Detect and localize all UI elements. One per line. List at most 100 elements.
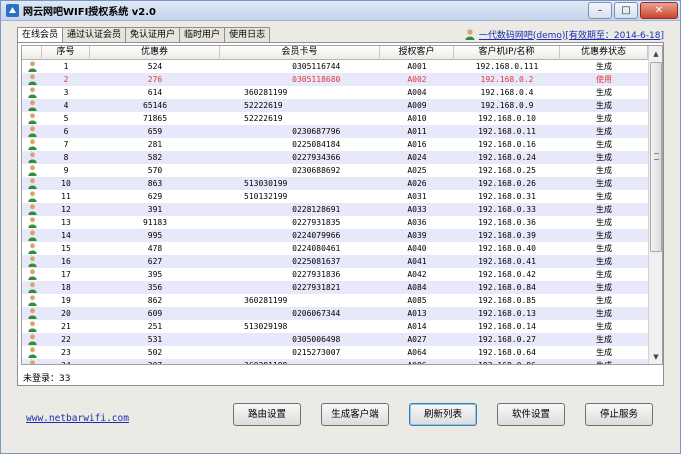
table-row[interactable]: 24207360281199A086192.168.0.86生成 bbox=[22, 359, 648, 364]
header-card[interactable]: 会员卡号 bbox=[220, 46, 380, 60]
table-row[interactable]: 12 391 0228128691 A033 192.168.0.33 生成 bbox=[22, 203, 648, 216]
table-row[interactable]: 10 863 513030199 A026 192.168.0.26 生成 bbox=[22, 177, 648, 190]
cell-card: 360281199 bbox=[244, 88, 288, 97]
cell-ip: 192.168.0.86 bbox=[454, 359, 560, 364]
cell-client: A001 bbox=[407, 62, 427, 71]
generate-client-button[interactable]: 生成客户端 bbox=[321, 403, 389, 426]
software-settings-button[interactable]: 软件设置 bbox=[497, 403, 565, 426]
header-coupon[interactable]: 优惠券 bbox=[90, 46, 220, 60]
cell-client: A036 bbox=[407, 218, 427, 227]
table-row[interactable]: 6 659 0230687796 A011 192.168.0.11 生成 bbox=[22, 125, 648, 138]
cell-client: A085 bbox=[407, 296, 427, 305]
close-button[interactable]: ✕ bbox=[640, 2, 678, 19]
router-settings-button[interactable]: 路由设置 bbox=[233, 403, 301, 426]
tab-verified-members[interactable]: 通过认证会员 bbox=[62, 27, 127, 42]
table-row[interactable]: 1 524 0305116744 A001 192.168.0.111 生成 bbox=[22, 60, 648, 73]
cell-client: A002 bbox=[407, 75, 427, 84]
table-row[interactable]: 9 570 0230688692 A025 192.168.0.25 生成 bbox=[22, 164, 648, 177]
shop-name-link[interactable]: 一代数码网吧(demo) bbox=[479, 28, 566, 41]
maximize-button[interactable]: □ bbox=[614, 2, 638, 19]
cell-card: 0227931835 bbox=[244, 218, 341, 227]
cell-no: 23 bbox=[61, 348, 71, 357]
table-body: 1 524 0305116744 A001 192.168.0.111 生成 2 276 0… bbox=[22, 60, 648, 364]
table-row[interactable]: 22 531 0305006498 A027 192.168.0.27 生成 bbox=[22, 333, 648, 346]
cell-status: 生成 bbox=[596, 348, 612, 357]
cell-status: 使用 bbox=[596, 75, 612, 84]
table-row[interactable]: 4 65146 52222619 A009 192.168.0.9 生成 bbox=[22, 99, 648, 112]
cell-client: A031 bbox=[407, 192, 427, 201]
cell-client: A042 bbox=[407, 270, 427, 279]
cell-client: A041 bbox=[407, 257, 427, 266]
cell-status: 生成 bbox=[596, 296, 612, 305]
header-no[interactable]: 序号 bbox=[42, 46, 90, 60]
cell-ip: 192.168.0.64 bbox=[478, 348, 536, 357]
scroll-down-icon[interactable]: ▼ bbox=[650, 350, 662, 363]
website-link[interactable]: www.netbarwifi.com bbox=[26, 413, 129, 424]
header-ip[interactable]: 客户机IP/名称 bbox=[454, 46, 560, 60]
cell-card: 0230687796 bbox=[244, 127, 341, 136]
table-row[interactable]: 21 251 513029198 A014 192.168.0.14 生成 bbox=[22, 320, 648, 333]
cell-ip: 192.168.0.41 bbox=[478, 257, 536, 266]
tab-usage-log[interactable]: 使用日志 bbox=[224, 27, 271, 42]
table-row[interactable]: 23 502 0215273007 A064 192.168.0.64 生成 bbox=[22, 346, 648, 359]
cell-status: 生成 bbox=[596, 205, 612, 214]
table-row[interactable]: 7 281 0225084184 A016 192.168.0.16 生成 bbox=[22, 138, 648, 151]
table-row[interactable]: 3 614 360281199 A004 192.168.0.4 生成 bbox=[22, 86, 648, 99]
user-status-icon bbox=[22, 138, 42, 151]
scroll-thumb[interactable] bbox=[650, 62, 662, 252]
table-row[interactable]: 13 91183 0227931835 A036 192.168.0.36 生成 bbox=[22, 216, 648, 229]
table-row[interactable]: 5 71865 52222619 A010 192.168.0.10 生成 bbox=[22, 112, 648, 125]
refresh-list-button[interactable]: 刷新列表 bbox=[409, 403, 477, 426]
vertical-scrollbar[interactable]: ▲ ▼ bbox=[648, 46, 662, 364]
cell-status: 生成 bbox=[596, 88, 612, 97]
cell-coupon: 531 bbox=[147, 335, 163, 344]
tab-temp-users[interactable]: 临时用户 bbox=[179, 27, 226, 42]
table-row[interactable]: 8 582 0227934366 A024 192.168.0.24 生成 bbox=[22, 151, 648, 164]
table-row[interactable]: 2 276 0305118680 A002 192.168.0.2 使用 bbox=[22, 73, 648, 86]
user-status-icon bbox=[22, 359, 42, 364]
cell-status: 生成 bbox=[596, 166, 612, 175]
cell-status: 生成 bbox=[596, 335, 612, 344]
cell-status: 生成 bbox=[560, 359, 648, 364]
cell-coupon: 391 bbox=[147, 205, 163, 214]
cell-ip: 192.168.0.25 bbox=[478, 166, 536, 175]
table-row[interactable]: 19 862 360281199 A085 192.168.0.85 生成 bbox=[22, 294, 648, 307]
cell-client: A025 bbox=[407, 166, 427, 175]
table-row[interactable]: 14 995 0224079966 A039 192.168.0.39 生成 bbox=[22, 229, 648, 242]
cell-card: 360281199 bbox=[244, 296, 288, 305]
user-status-icon bbox=[22, 229, 42, 242]
cell-card: 0228128691 bbox=[244, 205, 341, 214]
user-status-icon bbox=[22, 307, 42, 320]
cell-status: 生成 bbox=[596, 192, 612, 201]
minimize-button[interactable]: – bbox=[588, 2, 612, 19]
cell-ip: 192.168.0.39 bbox=[478, 231, 536, 240]
table-row[interactable]: 17 395 0227931836 A042 192.168.0.42 生成 bbox=[22, 268, 648, 281]
table-row[interactable]: 16 627 0225081637 A041 192.168.0.41 生成 bbox=[22, 255, 648, 268]
cell-card: 0227934366 bbox=[244, 153, 341, 162]
cell-no: 9 bbox=[63, 166, 69, 175]
table-row[interactable]: 11 629 510132199 A031 192.168.0.31 生成 bbox=[22, 190, 648, 203]
user-status-icon bbox=[22, 86, 42, 99]
user-status-icon bbox=[22, 112, 42, 125]
cell-coupon: 251 bbox=[147, 322, 163, 331]
header-status[interactable]: 优惠券状态 bbox=[560, 46, 648, 60]
cell-coupon: 524 bbox=[147, 62, 163, 71]
tab-online-members[interactable]: 在线会员 bbox=[17, 27, 64, 43]
table-row[interactable]: 18 356 0227931821 A084 192.168.0.84 生成 bbox=[22, 281, 648, 294]
stop-service-button[interactable]: 停止服务 bbox=[585, 403, 653, 426]
cell-status: 生成 bbox=[596, 179, 612, 188]
title-bar[interactable]: 网云网吧WIFI授权系统 v2.0 – □ ✕ bbox=[1, 1, 680, 21]
tab-exempt-users[interactable]: 免认证用户 bbox=[125, 27, 181, 42]
cell-coupon: 91183 bbox=[142, 218, 168, 227]
cell-coupon: 629 bbox=[147, 192, 163, 201]
table-row[interactable]: 15 478 0224080461 A040 192.168.0.40 生成 bbox=[22, 242, 648, 255]
header-client[interactable]: 授权客户 bbox=[380, 46, 454, 60]
cell-client: A013 bbox=[407, 309, 427, 318]
scroll-up-icon[interactable]: ▲ bbox=[650, 47, 662, 60]
table-row[interactable]: 20 609 0206067344 A013 192.168.0.13 生成 bbox=[22, 307, 648, 320]
cell-no: 15 bbox=[61, 244, 71, 253]
expiry-link[interactable]: [有效期至：2014-6-18] bbox=[565, 28, 664, 41]
cell-no: 7 bbox=[63, 140, 69, 149]
cell-no: 4 bbox=[63, 101, 69, 110]
user-status-icon bbox=[22, 346, 42, 359]
